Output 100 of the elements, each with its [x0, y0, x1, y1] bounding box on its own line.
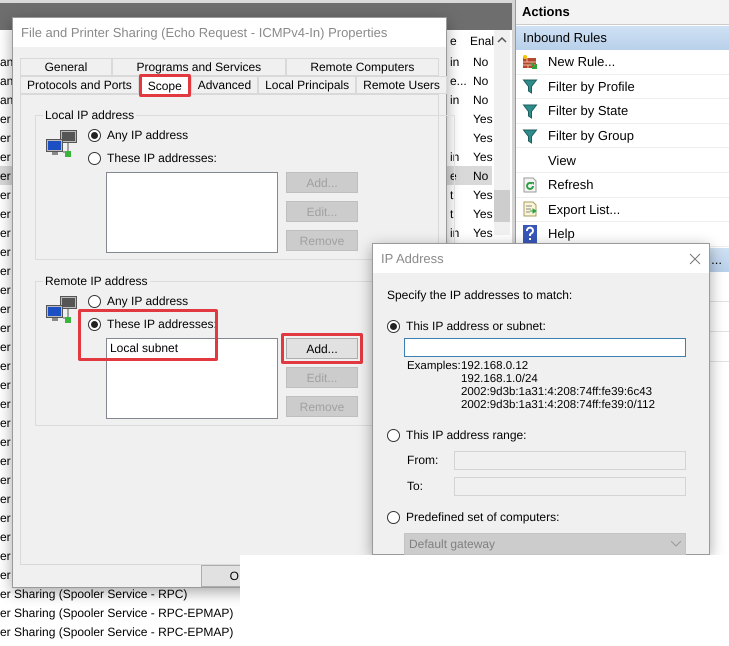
rule-row[interactable]: er [0, 261, 11, 280]
enabled-cell-text: No [472, 74, 490, 88]
rule-row[interactable]: er [0, 280, 11, 299]
rule-name: er [0, 320, 11, 334]
rule-row[interactable]: er [0, 318, 11, 337]
rule-name: er [0, 492, 11, 506]
address-list[interactable] [106, 172, 278, 253]
rule-row[interactable]: er [0, 508, 11, 527]
rule-row[interactable]: er [0, 527, 11, 546]
group-title: Remote IP address [44, 274, 148, 288]
rule-row[interactable]: er [0, 451, 11, 470]
column-heading[interactable]: Enal [470, 34, 496, 48]
action-item[interactable]: Filter by Profile [516, 74, 729, 100]
tab[interactable]: Remote Users [356, 76, 447, 94]
rule-name: er [0, 548, 11, 562]
rule-row[interactable]: er [0, 565, 11, 584]
group-cell-text: e... [449, 74, 468, 88]
rule-name: er [0, 226, 11, 240]
action-item[interactable]: Refresh [516, 172, 729, 198]
field-label: From: [407, 453, 440, 467]
window-title: File and Printer Sharing (Echo Request - ICMPv4-In) Properties [21, 25, 388, 40]
rule-name: er [0, 510, 11, 524]
rule-row[interactable]: er [0, 375, 11, 394]
tab[interactable]: Remote Computers [286, 58, 439, 76]
tab[interactable]: Programs and Services [112, 58, 286, 76]
radio-option[interactable]: Any IP address [88, 292, 188, 310]
network-computers-icon [46, 130, 78, 158]
group-cell-text: in [449, 92, 460, 106]
rule-name: er [0, 282, 11, 296]
radio-option[interactable]: These IP addresses: [88, 315, 217, 333]
rule-name: er [0, 434, 11, 448]
group-cell-text: t [449, 206, 454, 220]
rule-name: er [0, 530, 11, 544]
rule-name: er [0, 568, 11, 582]
funnel-icon [522, 78, 538, 94]
scrollbar[interactable] [494, 30, 510, 235]
radio-button[interactable] [88, 128, 101, 142]
rule-row[interactable]: er [0, 394, 11, 413]
action-item[interactable]: Export List... [516, 198, 729, 222]
window-title: IP Address [381, 251, 444, 266]
radio-option[interactable]: This IP address or subnet: [387, 317, 546, 335]
examples-label: Examples: [407, 360, 461, 374]
action-item[interactable]: View [516, 148, 729, 173]
example-address: 192.168.1.0/24 [461, 373, 538, 386]
rule-row[interactable]: er [0, 299, 11, 318]
rule-name: er [0, 302, 11, 316]
export-icon [522, 201, 538, 218]
rule-row[interactable]: er [0, 356, 11, 375]
radio-option[interactable]: Any IP address [88, 126, 188, 144]
action-item[interactable]: Filter by State [516, 99, 729, 124]
group-title: Local IP address [44, 108, 136, 122]
enabled-cell-text: Yes [472, 226, 492, 240]
radio-button[interactable] [387, 428, 400, 442]
rule-name: er [0, 396, 11, 410]
rule-name: er [0, 168, 11, 182]
group-cell-text: t [449, 188, 454, 202]
brick-wall-icon [522, 54, 538, 70]
scroll-thumb[interactable] [494, 190, 510, 222]
list-button[interactable]: Add... [286, 338, 358, 359]
rule-row[interactable]: er [0, 489, 11, 508]
tab[interactable]: General [20, 58, 112, 76]
rule-name: er [0, 244, 11, 258]
radio-option[interactable]: These IP addresses: [88, 149, 217, 167]
radio-option[interactable]: This IP address range: [387, 426, 527, 444]
scroll-up-icon[interactable] [497, 36, 507, 44]
refresh-icon [522, 176, 538, 193]
action-item[interactable]: New Rule... [516, 50, 729, 75]
example-address: 2002:9d3b:1a31:4:208:74ff:fe39:0/112 [461, 399, 655, 412]
close-icon[interactable] [689, 252, 701, 264]
prompt-text: Specify the IP addresses to match: [387, 288, 574, 302]
radio-button[interactable] [88, 318, 101, 330]
rule-name: er [0, 188, 11, 202]
tab[interactable]: Local Principals [258, 76, 356, 94]
rule-name: er [0, 454, 11, 468]
enabled-cell-text: No [472, 92, 490, 106]
radio-button[interactable] [387, 320, 400, 332]
enabled-cell-text: No [472, 54, 490, 68]
radio-option[interactable]: Predefined set of computers: [387, 508, 560, 526]
rule-name: er [0, 358, 11, 372]
funnel-icon [522, 128, 538, 144]
tab[interactable]: Advanced [190, 76, 258, 94]
ok-button[interactable]: O [201, 565, 241, 587]
radio-button[interactable] [88, 294, 101, 308]
rule-row[interactable]: er [0, 432, 11, 451]
radio-button[interactable] [387, 510, 400, 524]
column-heading[interactable]: e [450, 34, 470, 48]
address-item[interactable]: Local subnet [110, 341, 178, 355]
tab[interactable]: Scope [138, 74, 191, 97]
rule-row[interactable]: er [0, 242, 11, 261]
tab[interactable]: Protocols and Ports [20, 76, 139, 94]
rule-row[interactable]: er [0, 337, 11, 356]
radio-button[interactable] [88, 152, 101, 164]
action-item[interactable]: Filter by Group [516, 124, 729, 148]
section-header[interactable]: Inbound Rules [516, 26, 729, 50]
rule-row[interactable]: er [0, 413, 11, 432]
rule-row[interactable]: er [0, 546, 11, 565]
rule-row[interactable]: er [0, 470, 11, 489]
address-list[interactable]: Local subnet [106, 338, 278, 419]
address-input[interactable] [404, 338, 686, 357]
network-computers-icon [46, 296, 78, 324]
